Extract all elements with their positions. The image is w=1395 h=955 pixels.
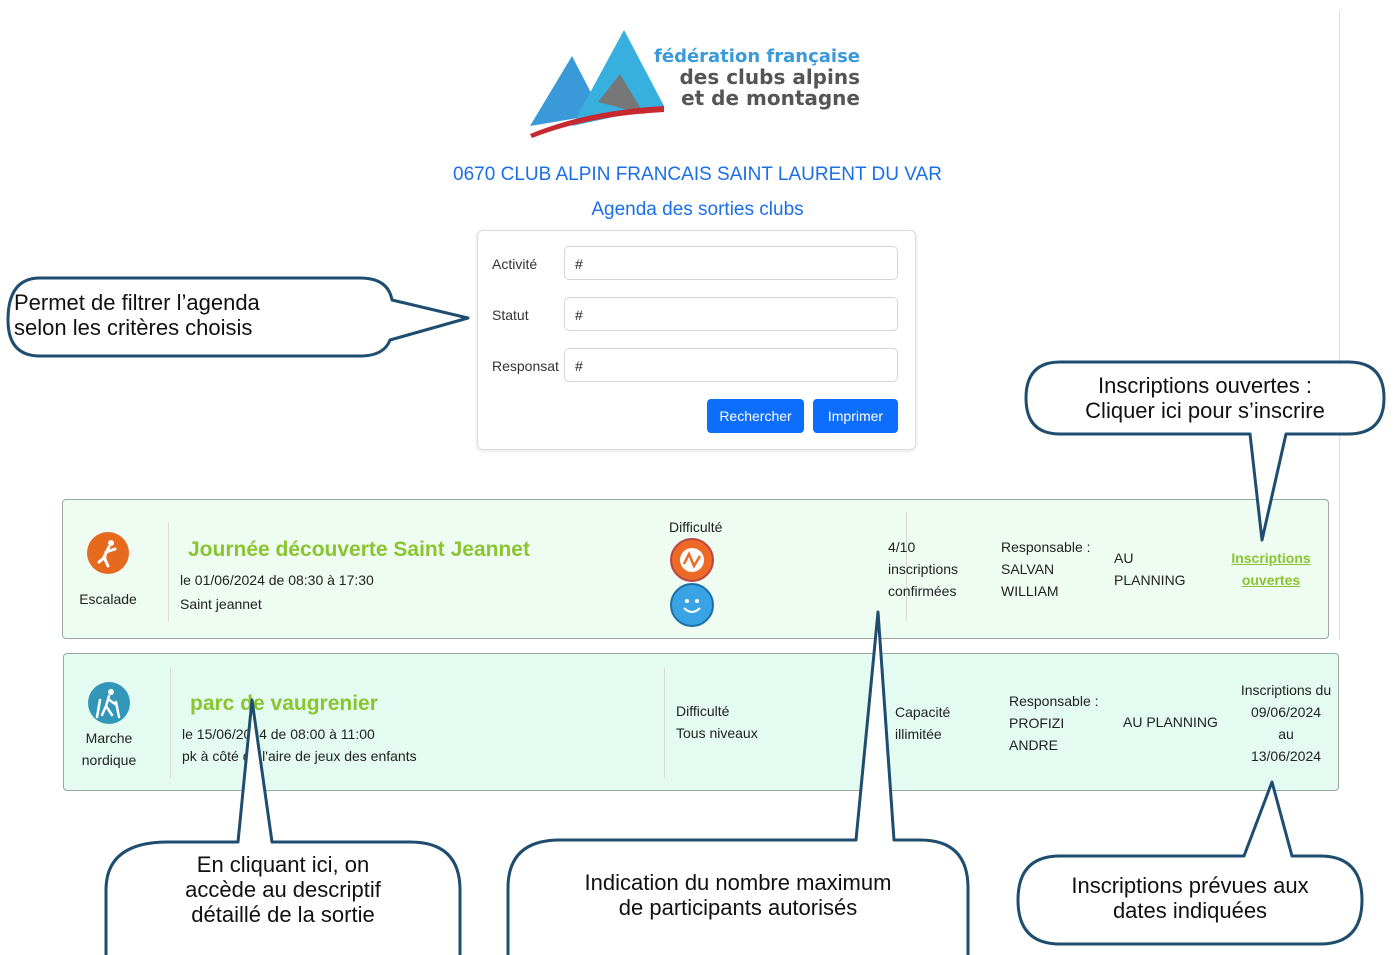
callout-open-line-2: Cliquer ici pour s’inscrire	[1085, 398, 1325, 423]
callout-dates-text: Inscriptions prévues aux dates indiquées	[1022, 873, 1358, 923]
callout-dates-line-1: Inscriptions prévues aux	[1071, 873, 1309, 898]
callout-detail-line-3: détaillé de la sortie	[191, 902, 375, 927]
callout-filter-text: Permet de filtrer l’agenda selon les cri…	[14, 290, 386, 340]
callout-max-text: Indication du nombre maximum de particip…	[512, 870, 964, 920]
callout-shapes	[6, 276, 1386, 955]
callout-dates-line-2: dates indiquées	[1112, 898, 1268, 923]
callout-max-line-1: Indication du nombre maximum	[584, 870, 892, 895]
callout-detail-line-1: En cliquant ici, on	[196, 852, 370, 877]
callout-open-line-1: Inscriptions ouvertes :	[1098, 373, 1312, 398]
callout-detail-text: En cliquant ici, on accède au descriptif…	[110, 852, 456, 927]
callout-max-line-2: de participants autorisés	[618, 895, 858, 920]
callout-filter-line-2: selon les critères choisis	[14, 315, 253, 340]
callout-detail-line-2: accède au descriptif	[185, 877, 381, 902]
callout-open-text: Inscriptions ouvertes : Cliquer ici pour…	[1030, 373, 1380, 423]
callout-filter-line-1: Permet de filtrer l’agenda	[14, 290, 260, 315]
